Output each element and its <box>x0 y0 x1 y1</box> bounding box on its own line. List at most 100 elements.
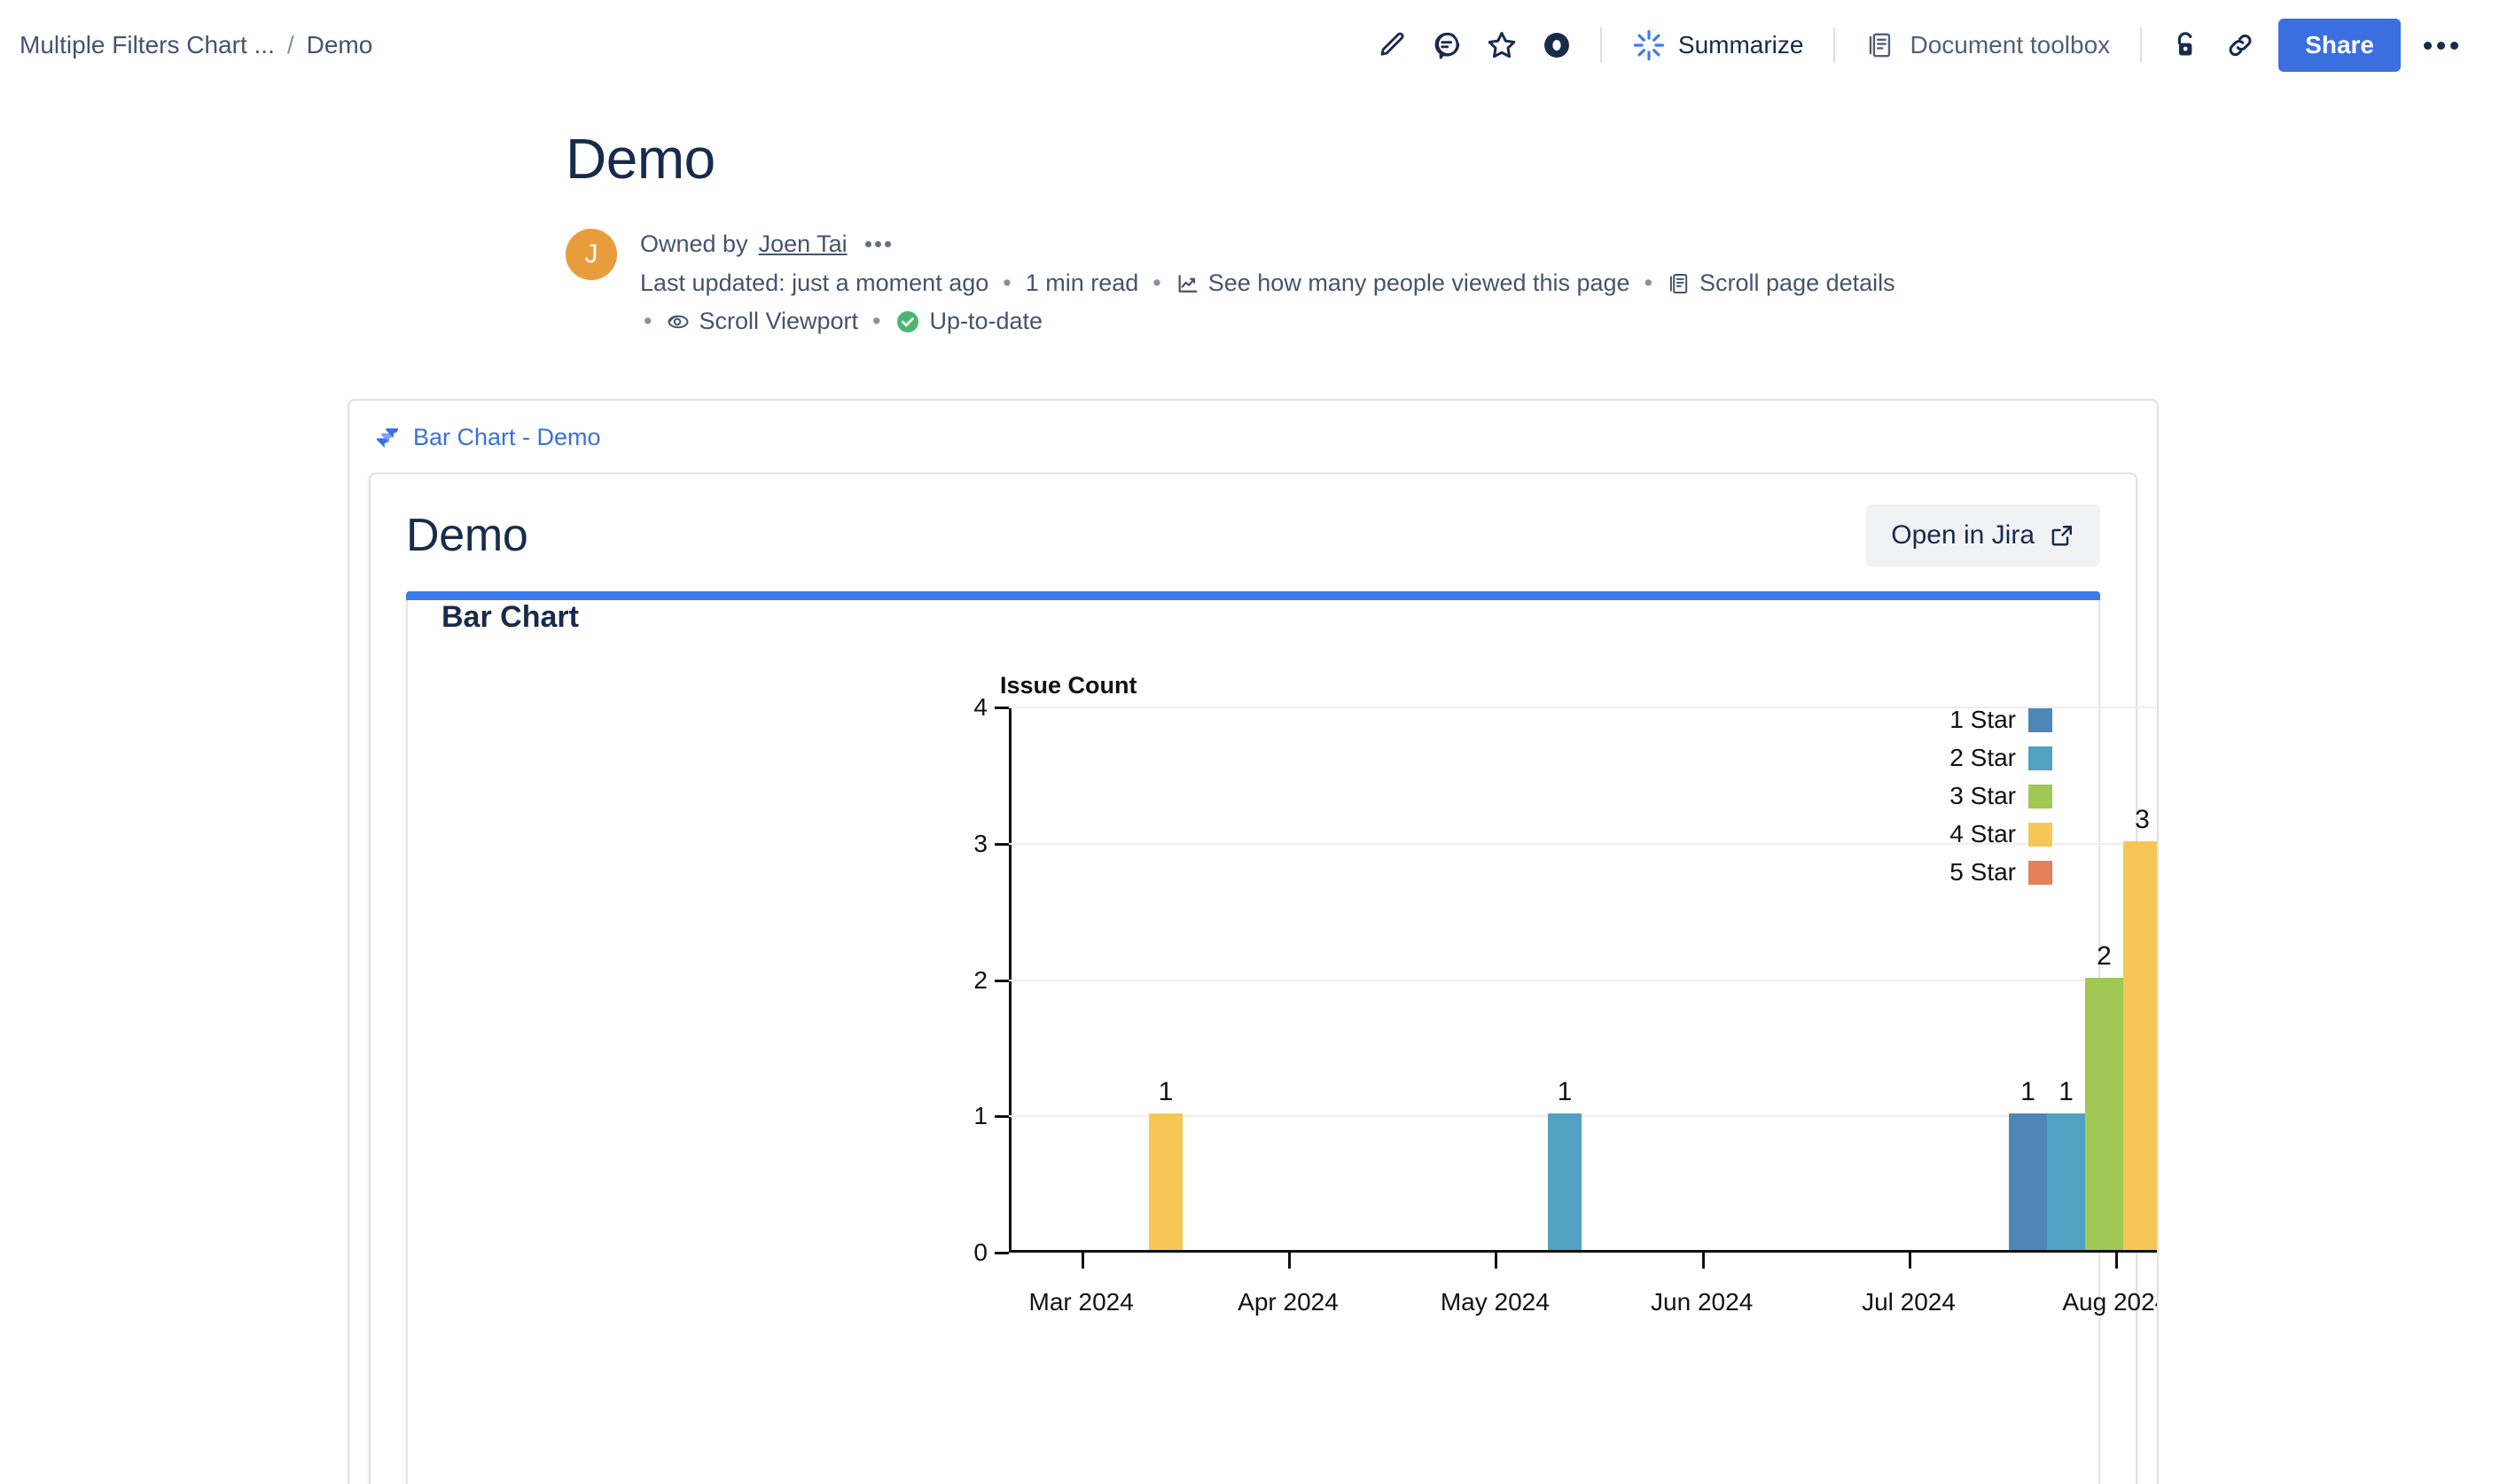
comment-button[interactable] <box>1419 18 1474 73</box>
summarize-button[interactable]: Summarize <box>1618 20 1818 71</box>
x-axis-tick <box>1288 1253 1291 1269</box>
chart-bar-value-label: 2 <box>2097 941 2112 972</box>
link-icon <box>2224 29 2256 61</box>
legend-item-swatch <box>2028 746 2052 770</box>
eye-icon <box>1541 29 1573 61</box>
toolbar-divider-2 <box>1833 27 1835 63</box>
star-button[interactable] <box>1474 18 1529 73</box>
copy-link-button[interactable] <box>2213 18 2268 73</box>
y-axis-tick <box>995 1252 1009 1254</box>
chart-title: Bar Chart <box>441 600 2098 635</box>
x-axis-tick <box>2115 1253 2118 1269</box>
legend-item[interactable]: 3 Star <box>1949 782 2052 810</box>
legend-item[interactable]: 2 Star <box>1949 744 2052 772</box>
analytics-icon <box>1176 271 1200 296</box>
toolbar-actions: Summarize Document toolbox <box>1364 18 2468 73</box>
legend-item-swatch <box>2028 708 2052 732</box>
meta-separator: • <box>869 302 884 341</box>
chart-bar[interactable] <box>2085 978 2123 1251</box>
document-toolbox-label: Document toolbox <box>1910 31 2110 59</box>
edit-button[interactable] <box>1364 18 1419 73</box>
chart-bar[interactable] <box>1149 1113 1183 1250</box>
toolbar-divider-3 <box>2140 27 2142 63</box>
chart-bar[interactable] <box>1548 1113 1582 1250</box>
y-axis-tick-label: 2 <box>973 966 988 995</box>
gridline <box>1009 980 2159 981</box>
chart-bar[interactable] <box>2047 1113 2085 1250</box>
meta-separator: • <box>999 264 1014 303</box>
breadcrumb-page-link[interactable]: Demo <box>307 31 373 59</box>
x-axis-line <box>1009 1250 2159 1253</box>
scroll-viewport-link[interactable]: Scroll Viewport <box>666 302 858 341</box>
star-icon <box>1485 28 1519 62</box>
y-axis-tick <box>995 707 1009 709</box>
open-in-jira-button[interactable]: Open in Jira <box>1866 504 2100 566</box>
chart-macro-title: Demo <box>406 509 528 562</box>
x-axis-tick <box>1909 1253 1911 1269</box>
scroll-page-details-link[interactable]: Scroll page details <box>1667 264 1895 303</box>
x-axis-tick-label: Apr 2024 <box>1238 1288 1339 1316</box>
bar-chart-panel: Bar Chart Issue Count 01234 Mar 2024Apr … <box>406 600 2100 1484</box>
chart-bar[interactable] <box>2123 841 2159 1250</box>
pencil-icon <box>1376 29 1408 61</box>
external-link-icon <box>2049 522 2075 549</box>
chart-legend: 1 Star 2 Star 3 Star 4 Star 5 Star <box>1949 706 2052 886</box>
legend-item-label: 1 Star <box>1949 706 2016 734</box>
legend-item[interactable]: 4 Star <box>1949 820 2052 848</box>
owner-link[interactable]: Joen Tai <box>759 225 848 264</box>
chart-bar-value-label: 1 <box>2059 1077 2074 1107</box>
x-axis-tick-label: Mar 2024 <box>1029 1288 1134 1316</box>
check-circle-icon <box>895 309 921 335</box>
breadcrumb-separator: / <box>287 31 294 59</box>
document-icon <box>1667 271 1691 296</box>
owner-line: Owned by Joen Tai <box>640 225 1895 264</box>
document-icon <box>1865 30 1895 60</box>
owned-by-label: Owned by <box>640 225 748 264</box>
chart-bar-value-label: 1 <box>1159 1077 1174 1107</box>
document-toolbox-button[interactable]: Document toolbox <box>1851 21 2124 69</box>
jira-icon <box>374 425 401 451</box>
x-axis-tick <box>1082 1253 1084 1269</box>
legend-item-swatch <box>2028 823 2052 847</box>
breadcrumb-space-link[interactable]: Multiple Filters Chart ... <box>20 31 275 59</box>
unlock-icon <box>2169 29 2201 61</box>
x-axis-tick-label: Jul 2024 <box>1862 1288 1956 1316</box>
open-in-jira-label: Open in Jira <box>1891 520 2035 551</box>
x-axis-tick-label: May 2024 <box>1441 1288 1550 1316</box>
legend-item[interactable]: 1 Star <box>1949 706 2052 734</box>
page-analytics-link[interactable]: See how many people viewed this page <box>1176 264 1630 303</box>
breadcrumb: Multiple Filters Chart ... / Demo <box>20 31 372 59</box>
summarize-label: Summarize <box>1678 31 1804 59</box>
scroll-viewport-icon <box>666 309 691 334</box>
y-axis-tick <box>995 843 1009 846</box>
more-actions-button[interactable] <box>2413 18 2468 73</box>
up-to-date-label: Up-to-date <box>929 302 1043 341</box>
update-line: Last updated: just a moment ago • 1 min … <box>640 264 1895 303</box>
chart-bar-value-label: 1 <box>1558 1077 1573 1107</box>
chart-bar[interactable] <box>2009 1113 2047 1250</box>
jira-macro-card: Bar Chart - Demo Demo Open in Jira Bar C… <box>348 399 2159 1484</box>
watch-button[interactable] <box>1529 18 1584 73</box>
legend-item-label: 4 Star <box>1949 820 2016 848</box>
y-axis-tick-label: 4 <box>973 693 988 722</box>
scroll-page-details-label: Scroll page details <box>1699 264 1895 303</box>
owner-more-icon[interactable] <box>865 241 891 247</box>
jira-chart-link[interactable]: Bar Chart - Demo <box>374 424 601 451</box>
y-axis-tick-label: 1 <box>973 1102 988 1130</box>
legend-item-label: 3 Star <box>1949 782 2016 810</box>
meta-separator: • <box>1149 264 1164 303</box>
legend-item[interactable]: 5 Star <box>1949 858 2052 886</box>
x-axis-tick-label: Aug 2024 <box>2062 1288 2159 1316</box>
avatar[interactable]: J <box>566 229 617 280</box>
scroll-viewport-label: Scroll Viewport <box>699 302 858 341</box>
status-badge[interactable]: Up-to-date <box>895 302 1043 341</box>
share-button[interactable]: Share <box>2278 19 2401 72</box>
meta-separator: • <box>640 302 655 341</box>
restrictions-button[interactable] <box>2158 18 2213 73</box>
y-axis-tick-label: 3 <box>973 830 988 858</box>
legend-item-swatch <box>2028 785 2052 808</box>
comment-icon <box>1431 29 1463 61</box>
y-axis-title: Issue Count <box>1000 672 1137 699</box>
x-axis-tick <box>1702 1253 1705 1269</box>
atlassian-intelligence-icon <box>1632 28 1666 62</box>
